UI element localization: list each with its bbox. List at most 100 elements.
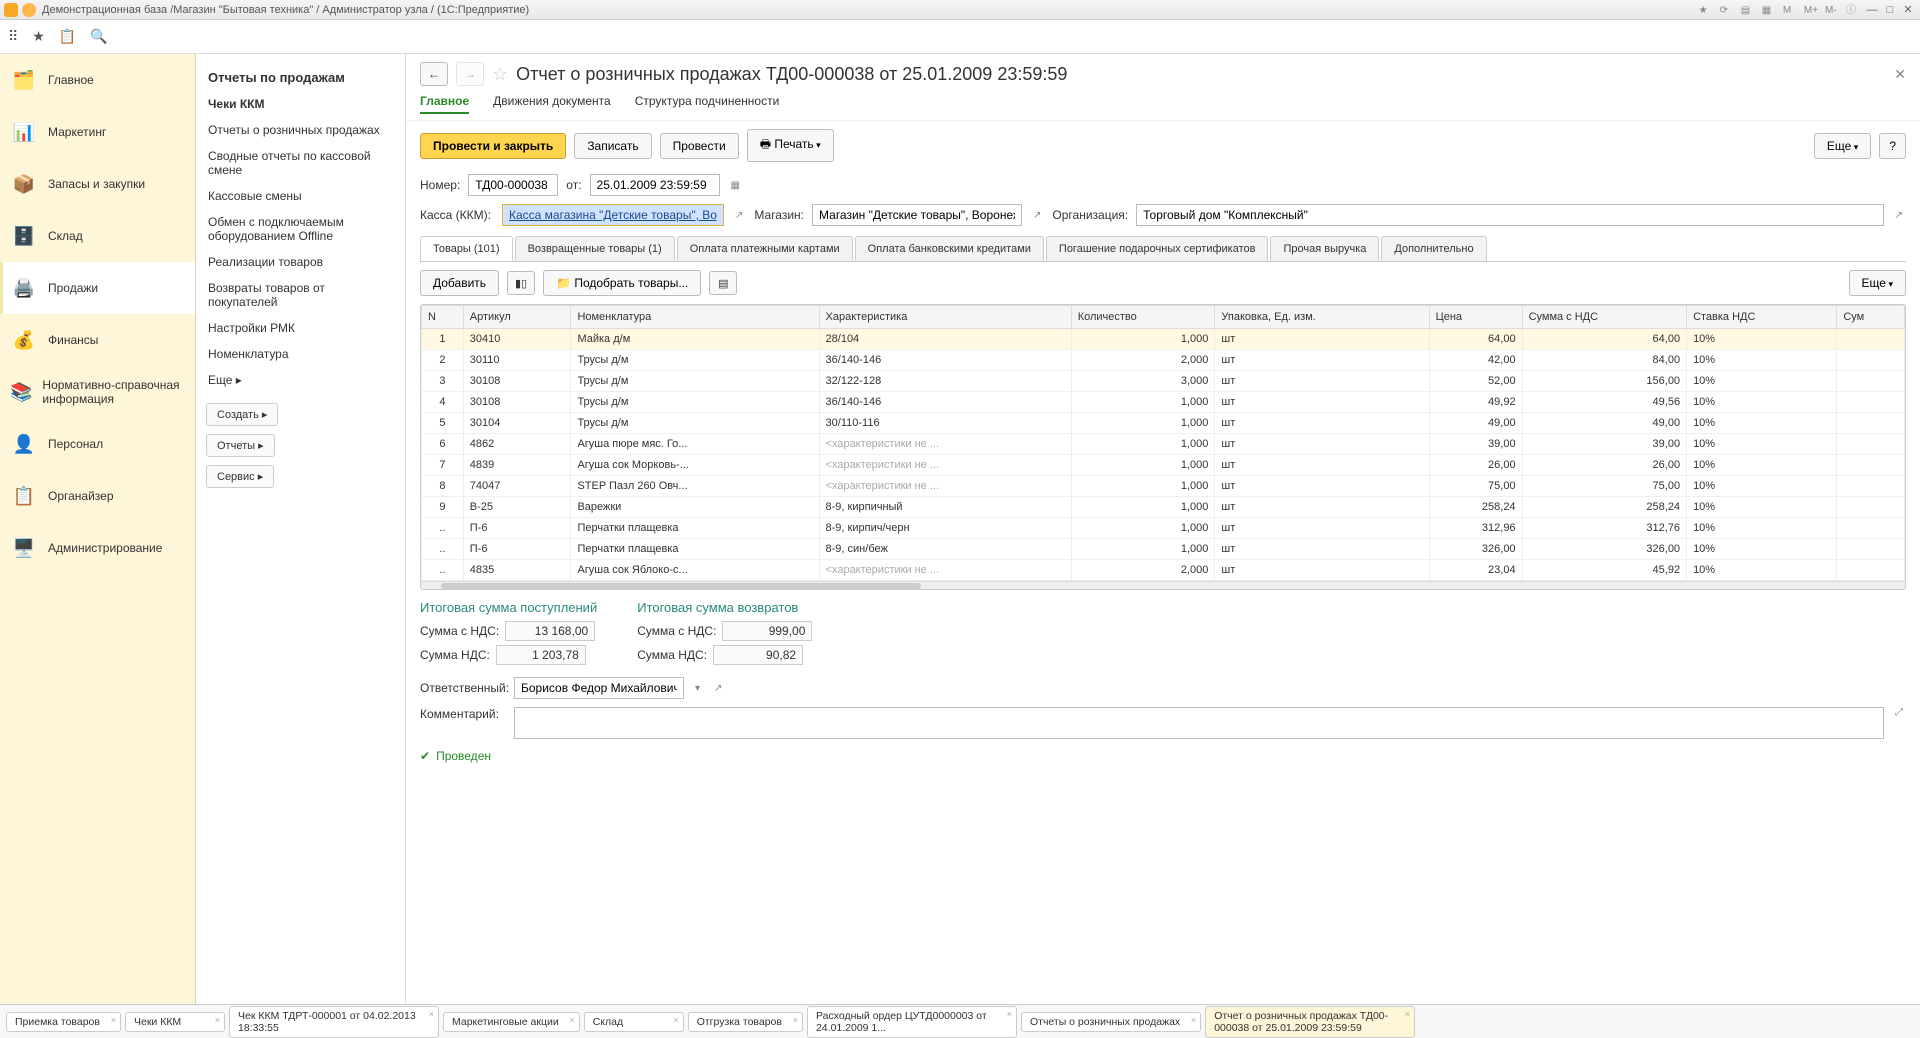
column-header[interactable]: Номенклатура [571, 306, 819, 329]
column-header[interactable]: N [422, 306, 464, 329]
minimize-button[interactable]: — [1864, 3, 1880, 17]
close-tab-icon[interactable]: × [1405, 1009, 1410, 1019]
subsection-item[interactable]: Обмен с подключаемым оборудованием Offli… [196, 209, 405, 249]
kassa-input[interactable] [502, 204, 724, 226]
open-icon[interactable]: ↗ [711, 683, 725, 694]
window-tab[interactable]: Расходный ордер ЦУТД0000003 от 24.01.200… [807, 1006, 1017, 1038]
detail-tab[interactable]: Товары (101) [420, 236, 513, 261]
responsible-input[interactable] [514, 677, 684, 699]
detail-tab[interactable]: Возвращенные товары (1) [515, 236, 675, 261]
nav-Маркетинг[interactable]: 📊Маркетинг [0, 106, 195, 158]
subsection-button[interactable]: Отчеты ▸ [206, 434, 275, 457]
subsection-button[interactable]: Создать ▸ [206, 403, 278, 426]
favorite-icon[interactable]: ★ [1699, 5, 1713, 19]
column-header[interactable]: Цена [1429, 306, 1522, 329]
detail-tab[interactable]: Прочая выручка [1270, 236, 1379, 261]
detail-tab[interactable]: Оплата платежными картами [677, 236, 853, 261]
subsection-item[interactable]: Реализации товаров [196, 249, 405, 275]
save-button[interactable]: Записать [574, 133, 651, 159]
nav-Продажи[interactable]: 🖨️Продажи [0, 262, 195, 314]
window-tab[interactable]: Отчет о розничных продажах ТД00-000038 о… [1205, 1006, 1415, 1038]
table-row[interactable]: ..П-6Перчатки плащевка8-9, кирпич/черн1,… [422, 518, 1905, 539]
subsection-item[interactable]: Возвраты товаров от покупателей [196, 275, 405, 315]
table-row[interactable]: 9В-25Варежки8-9, кирпичный1,000шт258,242… [422, 497, 1905, 518]
close-tab-icon[interactable]: × [429, 1009, 434, 1019]
nav-Склад[interactable]: 🗄️Склад [0, 210, 195, 262]
subnav-movements[interactable]: Движения документа [493, 90, 611, 114]
window-tab[interactable]: Склад× [584, 1012, 684, 1032]
horizontal-scrollbar[interactable] [421, 581, 1905, 589]
post-and-close-button[interactable]: Провести и закрыть [420, 133, 566, 159]
close-tab-icon[interactable]: × [111, 1015, 116, 1025]
m-icon[interactable]: M [1783, 5, 1797, 19]
clipboard-icon[interactable]: 📋 [59, 28, 76, 45]
nav-Запасы и закупки[interactable]: 📦Запасы и закупки [0, 158, 195, 210]
table-row[interactable]: 330108Трусы д/м32/122-1283,000шт52,00156… [422, 371, 1905, 392]
window-tab[interactable]: Маркетинговые акции× [443, 1012, 580, 1032]
history-icon[interactable]: ⟳ [1720, 5, 1734, 19]
nav-Нормативно-справочная информация[interactable]: 📚Нормативно-справочная информация [0, 366, 195, 418]
favorite-toggle-icon[interactable]: ☆ [492, 64, 508, 85]
window-tab[interactable]: Чек ККМ ТДРТ-000001 от 04.02.2013 18:33:… [229, 1006, 439, 1038]
info-icon[interactable]: ⓘ [1846, 1, 1860, 15]
grid-settings-icon[interactable]: ▤ [709, 271, 737, 295]
table-row[interactable]: 874047STEP Пазл 260 Овч...<характеристик… [422, 476, 1905, 497]
column-header[interactable]: Характеристика [819, 306, 1071, 329]
nav-Финансы[interactable]: 💰Финансы [0, 314, 195, 366]
nav-Администрирование[interactable]: 🖥️Администрирование [0, 522, 195, 574]
back-button[interactable]: ← [420, 62, 448, 86]
table-row[interactable]: 230110Трусы д/м36/140-1462,000шт42,0084,… [422, 350, 1905, 371]
help-button[interactable]: ? [1879, 133, 1906, 159]
close-document-button[interactable]: ✕ [1894, 66, 1906, 83]
subsection-item[interactable]: Отчеты о розничных продажах [196, 117, 405, 143]
detail-tab[interactable]: Дополнительно [1381, 236, 1486, 261]
m-plus-icon[interactable]: M+ [1804, 5, 1818, 19]
table-row[interactable]: 530104Трусы д/м30/110-1161,000шт49,0049,… [422, 413, 1905, 434]
table-row[interactable]: 74839Агуша сок Морковь-...<характеристик… [422, 455, 1905, 476]
nav-Главное[interactable]: 🗂️Главное [0, 54, 195, 106]
window-tab[interactable]: Чеки ККМ× [125, 1012, 225, 1032]
close-tab-icon[interactable]: × [215, 1015, 220, 1025]
open-icon[interactable]: ↗ [732, 210, 746, 221]
barcode-icon[interactable]: ▮▯ [507, 271, 535, 295]
nav-Органайзер[interactable]: 📋Органайзер [0, 470, 195, 522]
print-button[interactable]: 🖶 Печать [747, 129, 834, 162]
column-header[interactable]: Артикул [463, 306, 571, 329]
subsection-item[interactable]: Чеки ККМ [196, 91, 405, 117]
nav-Персонал[interactable]: 👤Персонал [0, 418, 195, 470]
column-header[interactable]: Сум [1837, 306, 1905, 329]
window-tab[interactable]: Отгрузка товаров× [688, 1012, 803, 1032]
goods-grid[interactable]: NАртикулНоменклатураХарактеристикаКоличе… [420, 304, 1906, 590]
subsection-item[interactable]: Кассовые смены [196, 183, 405, 209]
comment-input[interactable] [514, 707, 1884, 739]
open-icon[interactable]: ↗ [1030, 210, 1044, 221]
store-input[interactable] [812, 204, 1022, 226]
forward-button[interactable]: → [456, 62, 484, 86]
subnav-structure[interactable]: Структура подчиненности [635, 90, 780, 114]
subsection-button[interactable]: Сервис ▸ [206, 465, 274, 488]
subnav-main[interactable]: Главное [420, 90, 469, 114]
apps-icon[interactable]: ⠿ [8, 28, 18, 45]
more-actions-button[interactable]: Еще [1814, 133, 1871, 159]
table-row[interactable]: ..4835Агуша сок Яблоко-с...<характеристи… [422, 560, 1905, 581]
search-icon[interactable]: 🔍 [90, 28, 107, 45]
subsection-item[interactable]: Настройки РМК [196, 315, 405, 341]
detail-tab[interactable]: Оплата банковскими кредитами [855, 236, 1044, 261]
close-tab-icon[interactable]: × [1191, 1015, 1196, 1025]
date-input[interactable] [590, 174, 720, 196]
subsection-item[interactable]: Еще ▸ [196, 367, 405, 393]
app-menu-icon[interactable] [22, 3, 36, 17]
table-row[interactable]: 64862Агуша пюре мяс. Го...<характеристик… [422, 434, 1905, 455]
add-row-button[interactable]: Добавить [420, 270, 499, 296]
window-tab[interactable]: Отчеты о розничных продажах× [1021, 1012, 1201, 1032]
post-button[interactable]: Провести [660, 133, 739, 159]
subsection-item[interactable]: Сводные отчеты по кассовой смене [196, 143, 405, 183]
number-input[interactable] [468, 174, 558, 196]
window-tab[interactable]: Приемка товаров× [6, 1012, 121, 1032]
dropdown-icon[interactable]: ▾ [692, 683, 703, 694]
close-tab-icon[interactable]: × [673, 1015, 678, 1025]
column-header[interactable]: Упаковка, Ед. изм. [1215, 306, 1429, 329]
close-button[interactable]: ✕ [1900, 3, 1916, 17]
open-icon[interactable]: ↗ [1892, 210, 1906, 221]
close-tab-icon[interactable]: × [569, 1015, 574, 1025]
